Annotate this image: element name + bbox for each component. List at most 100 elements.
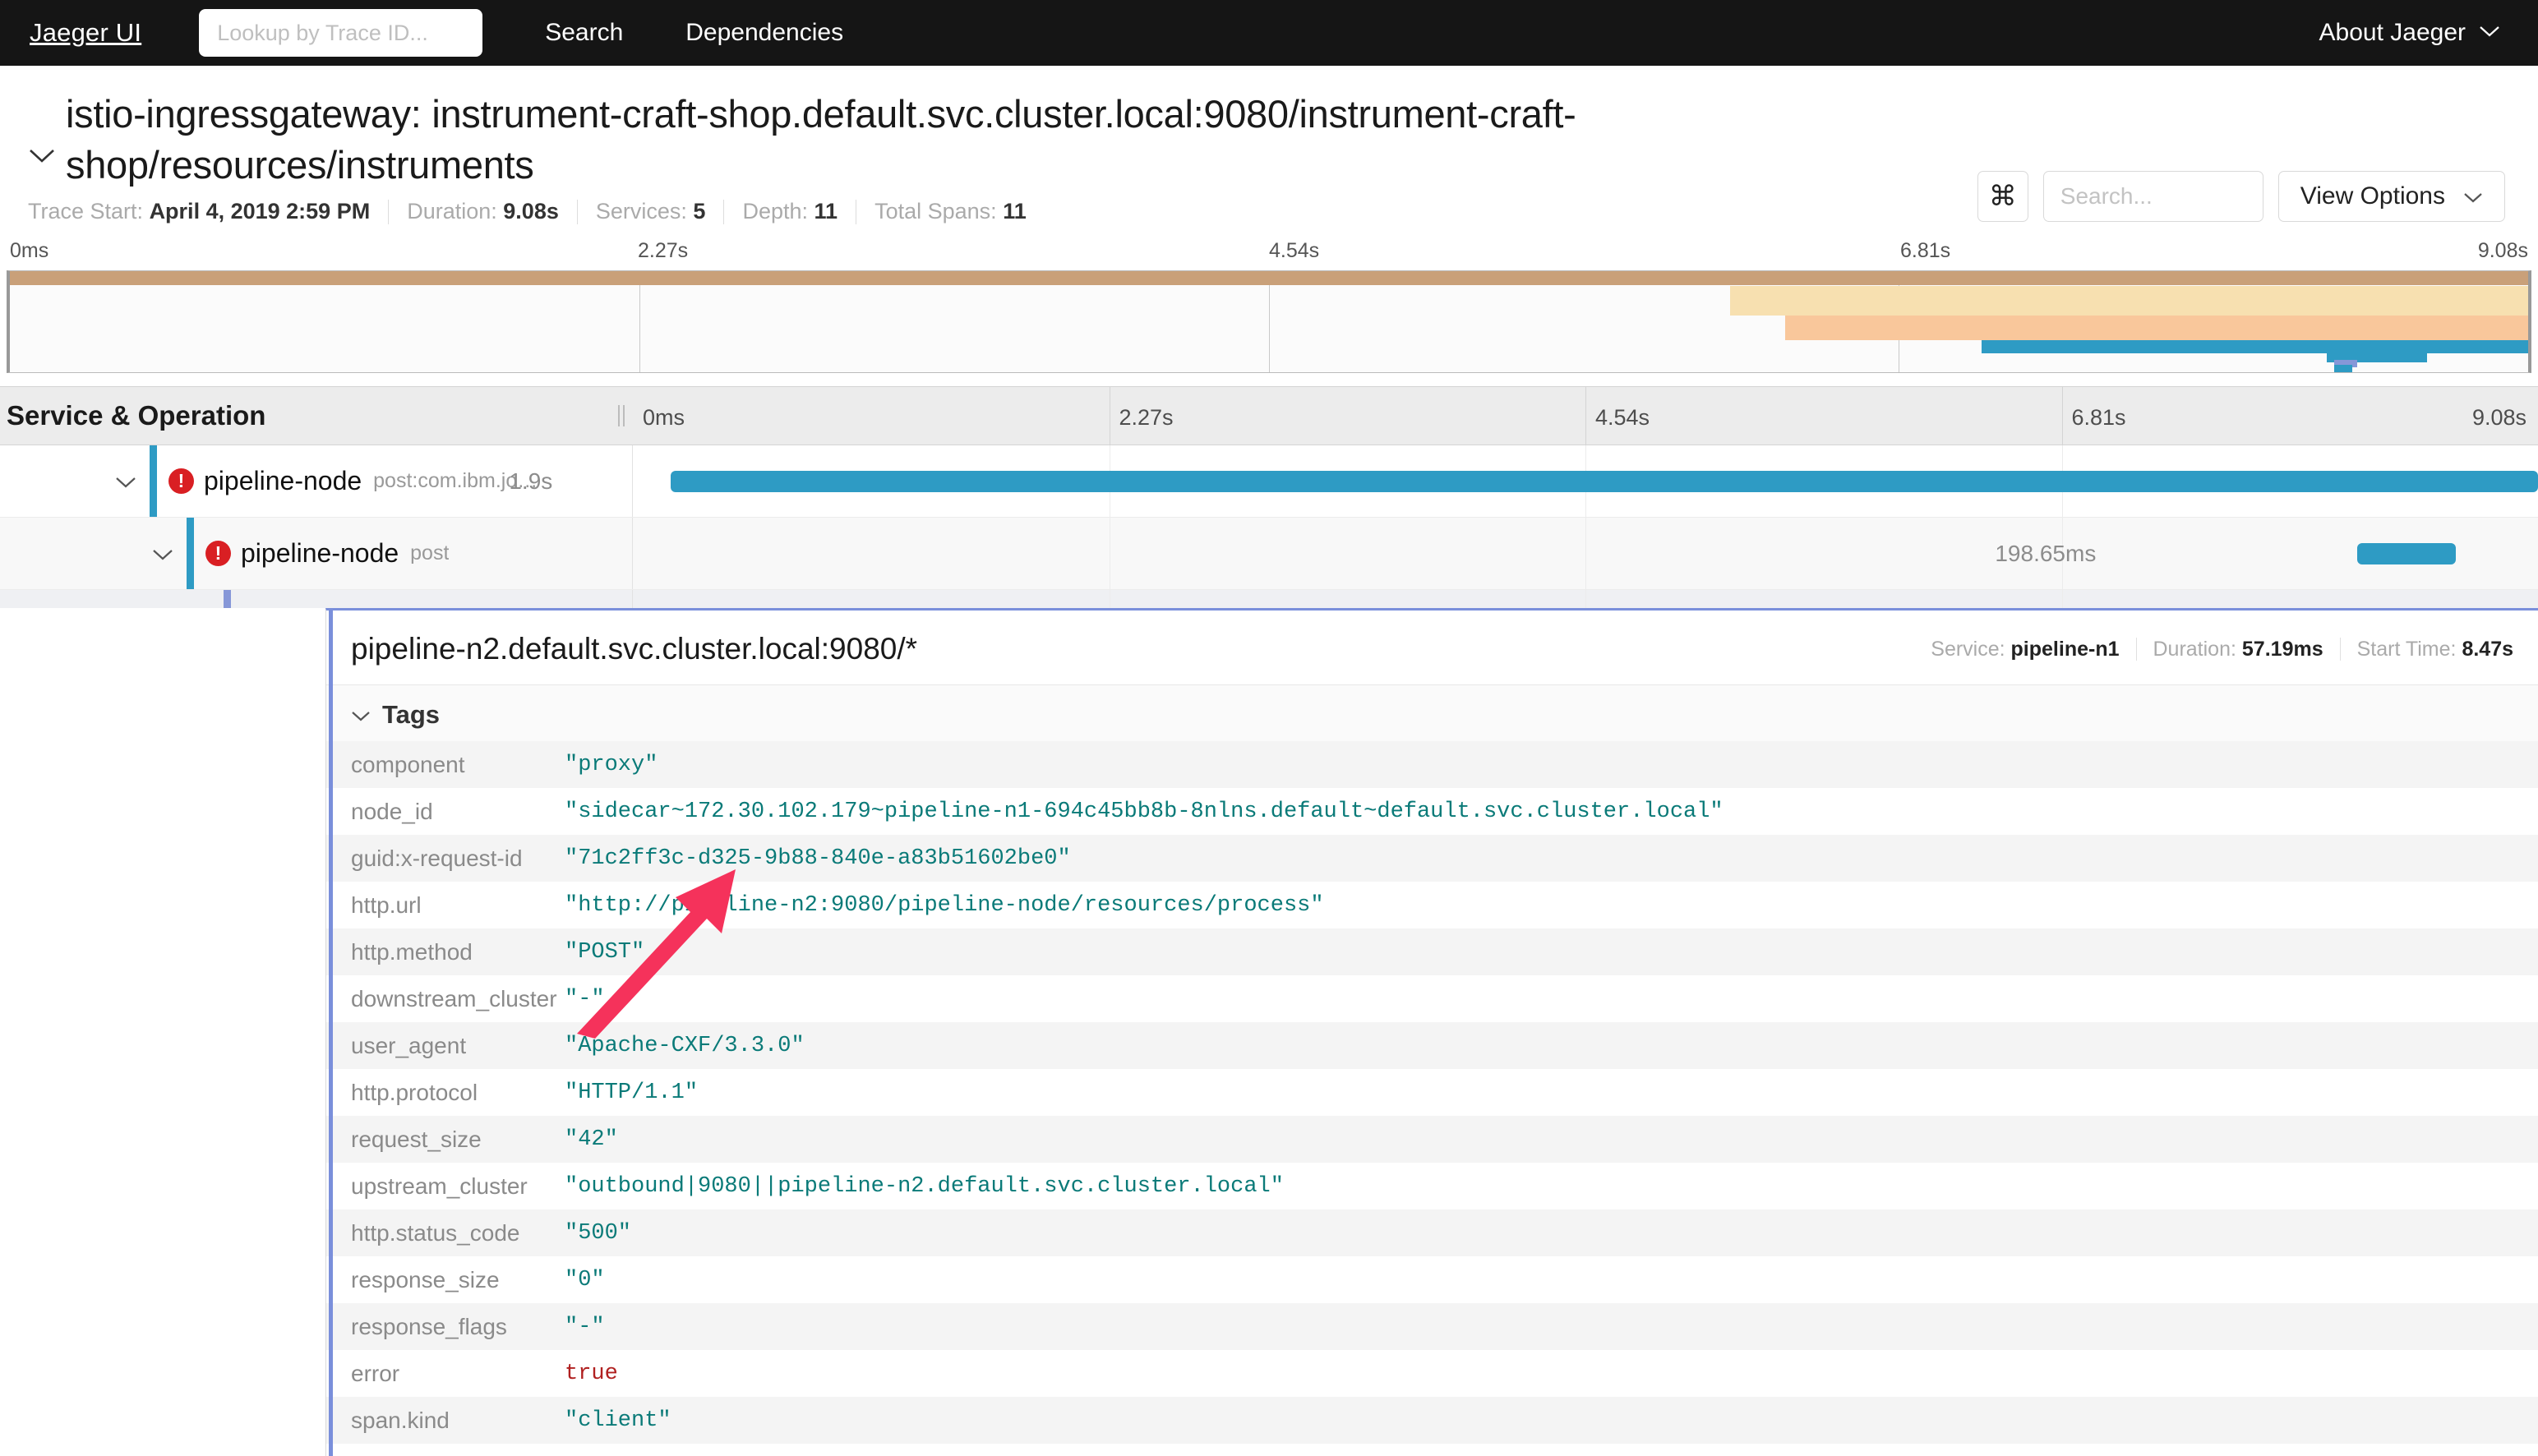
minimap-span-bar <box>2334 365 2351 373</box>
span-operation-name: pipeline-n2.default.svc.cluster.local:90… <box>351 632 917 666</box>
tag-row: span.kind"client" <box>326 1397 2538 1444</box>
span-color-bar <box>187 518 194 589</box>
chevron-down-icon <box>351 702 371 728</box>
meta-divider <box>388 200 389 224</box>
timeline-column-header: Service & Operation 0ms 2.27s 4.54s 6.81s 9.… <box>0 386 2538 445</box>
timeline-tick-label: 2.27s <box>1110 405 1174 431</box>
tag-key: http.method <box>326 928 565 975</box>
timeline-tick-label: 9.08s <box>2472 405 2526 431</box>
error-icon: ! <box>205 541 231 566</box>
tag-value: "outbound|9080||pipeline-n2.default.svc.… <box>565 1163 2538 1209</box>
meta-depth: Depth: 11 <box>742 199 838 224</box>
minimap-span-bar <box>1730 286 2528 316</box>
command-key-icon: ⌘ <box>1989 180 2017 213</box>
span-duration-label: 198.65ms <box>1995 541 2096 567</box>
span-duration-bar[interactable] <box>671 471 2538 492</box>
span-expand-toggle[interactable] <box>152 541 173 566</box>
tag-row: response_size"0" <box>326 1256 2538 1303</box>
span-row-label[interactable]: !pipeline-nodepost <box>0 518 633 589</box>
timeline-ticks: 0ms 2.27s 4.54s 6.81s 9.08s <box>633 387 2538 445</box>
tag-row: upstream_cluster"outbound|9080||pipeline… <box>326 1163 2538 1209</box>
tag-row: node_id"sidecar~172.30.102.179~pipeline-… <box>326 788 2538 835</box>
service-operation-column-header: Service & Operation <box>0 387 633 445</box>
meta-total-spans: Total Spans: 11 <box>874 199 1027 224</box>
span-row-timeline[interactable]: 198.65ms <box>633 518 2538 589</box>
tag-value: "71c2ff3c-d325-9b88-840e-a83b51602be0" <box>565 835 2538 882</box>
page-title: istio-ingressgateway: instrument-craft-s… <box>66 89 1907 191</box>
minimap-span-bar <box>1785 316 2528 340</box>
timeline-tick-label: 4.54s <box>1585 405 1650 431</box>
detail-duration: Duration: 57.19ms <box>2153 638 2323 661</box>
column-resize-handle[interactable] <box>618 405 625 426</box>
detail-service: Service: pipeline-n1 <box>1931 638 2119 661</box>
span-service-name: pipeline-node <box>241 538 399 569</box>
span-search-input[interactable] <box>2043 171 2263 222</box>
minimap-tick-labels: 0ms2.27s4.54s6.81s9.08s <box>7 239 2531 267</box>
trace-collapse-toggle[interactable] <box>28 136 56 169</box>
span-expand-toggle[interactable] <box>115 469 136 494</box>
nav-link-search[interactable]: Search <box>545 19 623 47</box>
trace-minimap[interactable] <box>7 270 2531 373</box>
timeline-tick-label: 0ms <box>633 405 685 431</box>
tag-key: request_size <box>326 1116 565 1163</box>
span-detail-gutter <box>0 608 325 1456</box>
nav-link-dependencies[interactable]: Dependencies <box>685 19 843 47</box>
tag-key: response_flags <box>326 1303 565 1350</box>
detail-divider <box>2340 638 2341 661</box>
tag-row: errortrue <box>326 1350 2538 1397</box>
jaeger-logo-link[interactable]: Jaeger UI <box>30 18 141 48</box>
span-detail-header: pipeline-n2.default.svc.cluster.local:90… <box>326 611 2538 685</box>
span-detail-panel: pipeline-n2.default.svc.cluster.local:90… <box>0 608 2538 1456</box>
minimap-gridline <box>639 271 640 372</box>
minimap-gridline <box>1269 271 1270 372</box>
span-duration-bar[interactable] <box>2357 543 2457 564</box>
trace-id-lookup-input[interactable] <box>199 9 482 57</box>
tag-key: downstream_cluster <box>326 975 565 1022</box>
chevron-down-icon <box>2463 182 2483 210</box>
minimap-tick: 6.81s <box>1900 239 1950 263</box>
tag-value: "-" <box>565 975 2538 1022</box>
meta-duration: Duration: 9.08s <box>407 199 559 224</box>
tag-row: guid:x-request-id"71c2ff3c-d325-9b88-840… <box>326 835 2538 882</box>
tag-value: "-" <box>565 1303 2538 1350</box>
tag-key: error <box>326 1350 565 1397</box>
about-jaeger-menu[interactable]: About Jaeger <box>2319 0 2500 66</box>
tag-value: "proxy" <box>565 741 2538 788</box>
detail-start-time: Start Time: 8.47s <box>2357 638 2513 661</box>
tag-value: "HTTP/1.1" <box>565 1069 2538 1116</box>
column-header-label: Service & Operation <box>7 400 265 431</box>
tags-section-toggle[interactable]: Tags <box>326 685 2538 741</box>
tag-row: downstream_cluster"-" <box>326 975 2538 1022</box>
tag-row: request_size"42" <box>326 1116 2538 1163</box>
meta-divider <box>723 200 724 224</box>
tag-key: node_id <box>326 788 565 835</box>
view-options-label: View Options <box>2300 182 2445 210</box>
detail-divider <box>2136 638 2137 661</box>
tag-value: "Apache-CXF/3.3.0" <box>565 1022 2538 1069</box>
tag-value: "0" <box>565 1256 2538 1303</box>
span-row[interactable]: !pipeline-nodepost198.65ms <box>0 518 2538 590</box>
meta-services: Services: 5 <box>596 199 706 224</box>
timeline-gridline <box>1585 518 1586 589</box>
tag-value: true <box>565 1350 2538 1397</box>
trace-header: istio-ingressgateway: instrument-craft-s… <box>0 66 2538 191</box>
tag-key: response_size <box>326 1256 565 1303</box>
tag-value: "client" <box>565 1397 2538 1444</box>
view-options-button[interactable]: View Options <box>2278 171 2505 222</box>
tag-key: guid:x-request-id <box>326 835 565 882</box>
tag-key: http.url <box>326 882 565 928</box>
tag-key: upstream_cluster <box>326 1163 565 1209</box>
span-row[interactable]: !pipeline-nodepost:com.ibm.jo…1.9s <box>0 445 2538 518</box>
span-service-name: pipeline-node <box>204 466 362 496</box>
keyboard-shortcuts-button[interactable]: ⌘ <box>1977 171 2028 222</box>
tag-key: http.protocol <box>326 1069 565 1116</box>
span-row-timeline[interactable]: 1.9s <box>633 445 2538 517</box>
gutter-blank <box>0 608 164 1456</box>
selected-span-accent-bar <box>329 608 333 1456</box>
minimap-tick: 4.54s <box>1269 239 1319 263</box>
timeline-tick-label: 6.81s <box>2062 405 2126 431</box>
tag-key: span.kind <box>326 1397 565 1444</box>
minimap-tick: 0ms <box>10 239 48 263</box>
tags-section-title: Tags <box>382 700 440 730</box>
minimap-span-bar <box>1982 340 2528 353</box>
